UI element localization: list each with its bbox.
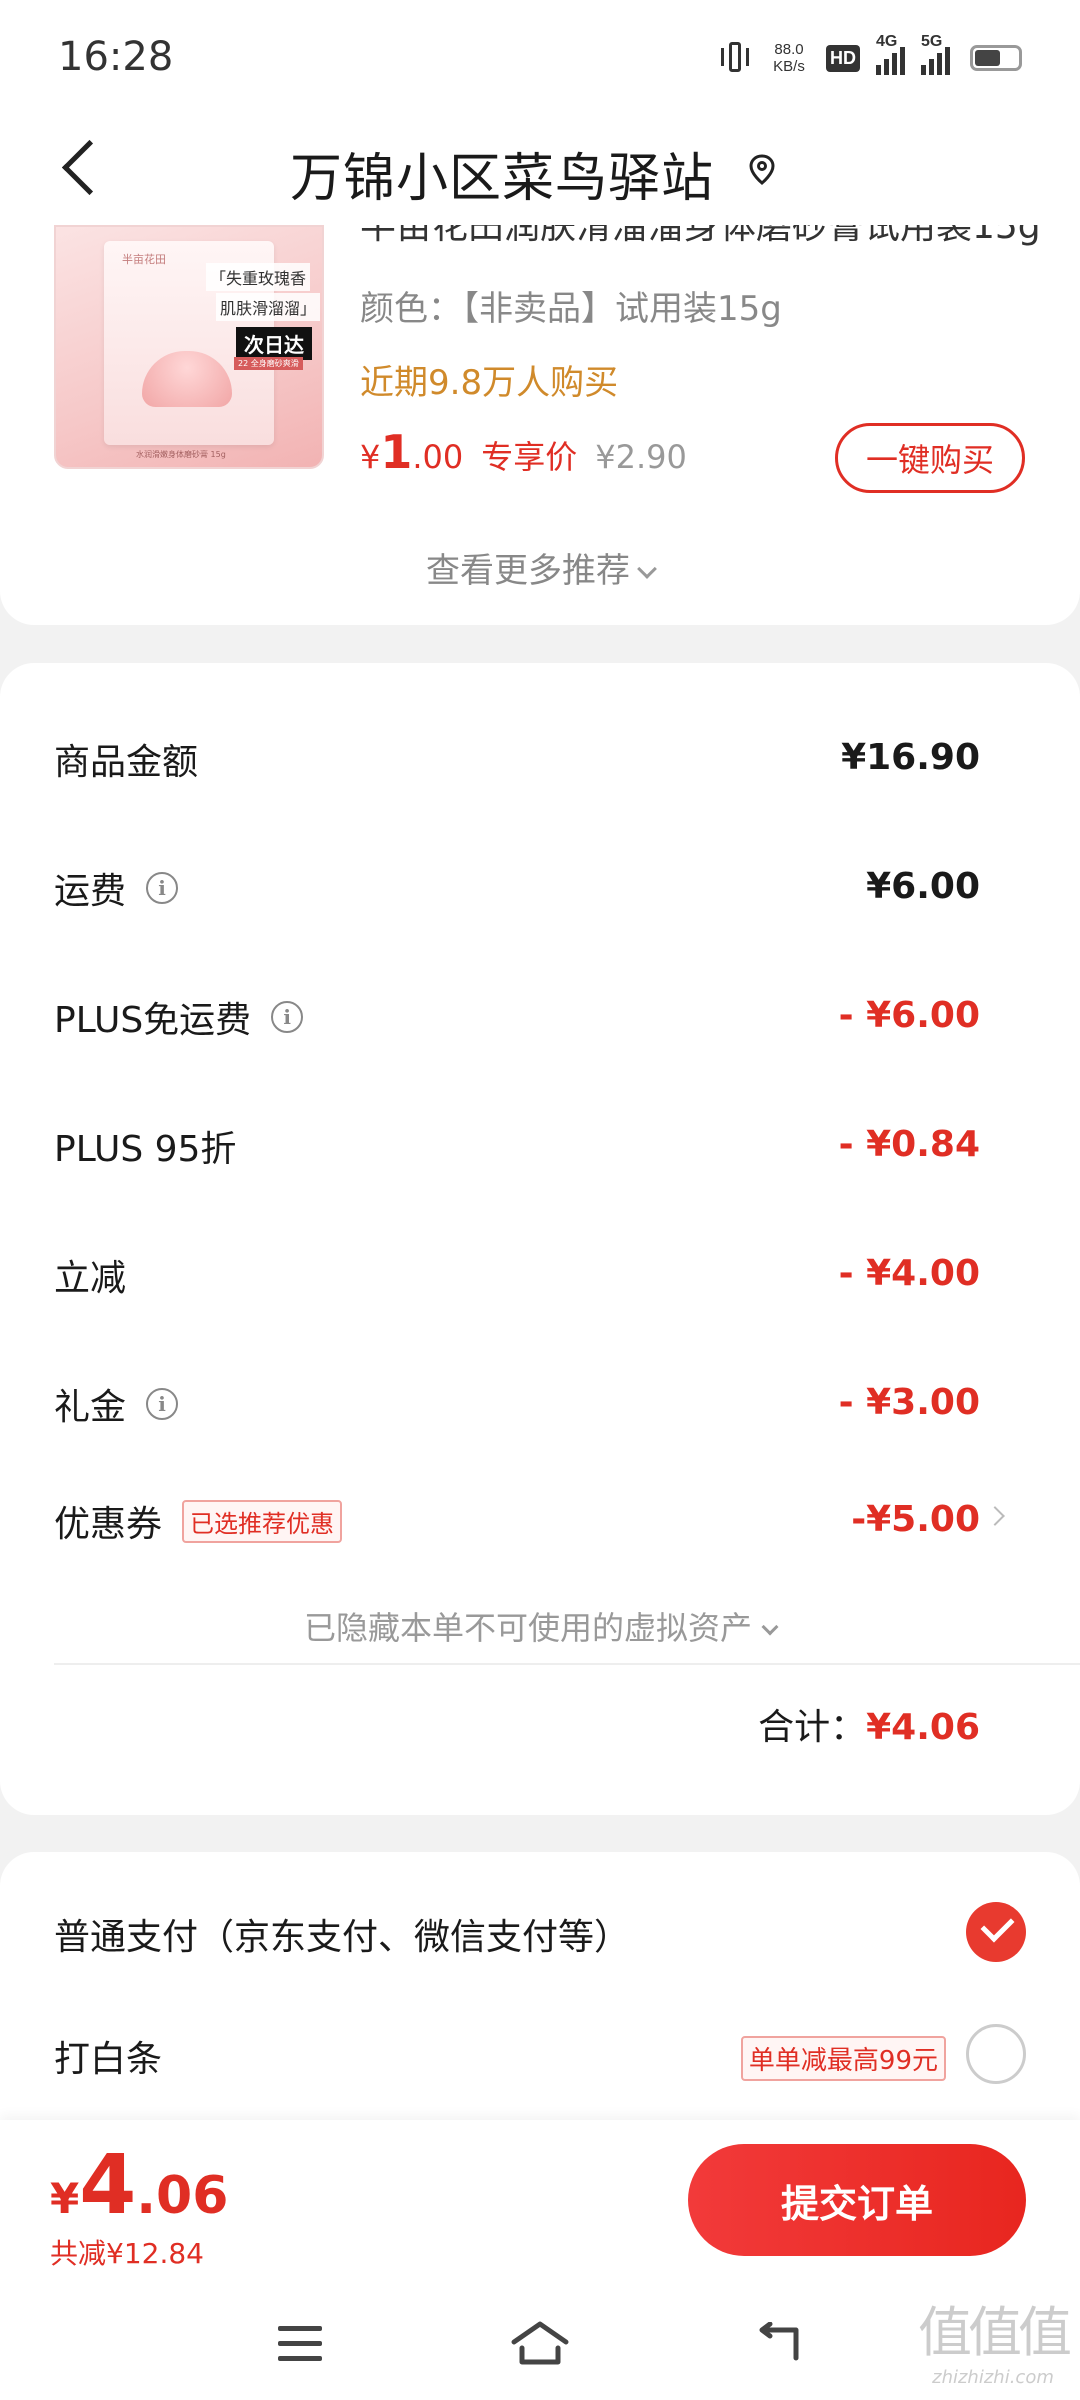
radio-unselected-icon[interactable] — [966, 2024, 1026, 2084]
hidden-assets-toggle[interactable]: 已隐藏本单不可使用的虚拟资产 — [0, 1603, 1080, 1649]
back-icon[interactable] — [756, 2322, 802, 2362]
signal-5g-icon: 5G — [921, 33, 950, 75]
product-jar — [142, 351, 232, 407]
clock: 16:28 — [58, 34, 174, 80]
price-row: ¥1.00 专享价 ¥2.90 — [360, 425, 687, 479]
signal-4g-icon: 4G — [876, 33, 905, 75]
product-image[interactable]: 半亩花田 「失重玫瑰香 肌肤滑溜溜」 次日达 22 全身磨砂爽滑 水润滑嫩身体磨… — [54, 225, 324, 469]
row-plus-discount: PLUS 95折 - ¥0.84 — [54, 1110, 980, 1180]
watermark-logo: 值值值 zhizhizhi.com — [918, 2288, 1072, 2388]
status-bar: 16:28 88.0 KB/s HD 4G 5G — [0, 0, 1080, 110]
location-pin-icon[interactable] — [748, 154, 776, 186]
image-slogan-2: 肌肤滑溜溜」 — [216, 293, 321, 321]
watermark-big: 值值值 — [918, 2301, 1072, 2364]
coupon-recommended-tag: 已选推荐优惠 — [182, 1499, 343, 1543]
see-more-label: 查看更多推荐 — [426, 551, 630, 591]
network-speed-value: 88.0 — [774, 41, 804, 58]
battery-icon — [970, 45, 1022, 71]
payment-option-normal[interactable]: 普通支付（京东支付、微信支付等） — [54, 1892, 1026, 1972]
divider — [54, 1663, 1080, 1665]
network-speed-unit: KB/s — [773, 58, 805, 75]
row-value: - ¥6.00 — [838, 995, 980, 1036]
info-icon[interactable]: i — [146, 872, 179, 904]
row-label: 优惠券 — [54, 1504, 163, 1545]
page-header: 万锦小区菜鸟驿站 — [0, 110, 1080, 225]
signal-4g-label: 4G — [876, 33, 898, 50]
chevron-right-icon — [985, 1506, 1005, 1526]
row-value: - ¥4.00 — [838, 1253, 980, 1294]
price-decimal: .00 — [412, 438, 464, 476]
row-label: 立减 — [54, 1258, 127, 1299]
original-price: ¥2.90 — [595, 438, 687, 476]
sales-count: 近期9.8万人购买 — [360, 363, 619, 403]
payment-option-baitiao[interactable]: 打白条 单单减最高99元 — [54, 2014, 1026, 2094]
info-icon[interactable]: i — [271, 1001, 304, 1033]
row-gift-money: 礼金 i - ¥3.00 — [54, 1368, 980, 1438]
total-label: 合计： — [758, 1707, 867, 1748]
chevron-down-icon — [637, 559, 657, 579]
amount-decimal: .06 — [136, 2166, 229, 2226]
row-shipping: 运费 i ¥6.00 — [54, 852, 980, 922]
amount-symbol: ¥ — [50, 2174, 80, 2223]
price-integer: 1 — [380, 425, 413, 479]
row-value: ¥16.90 — [841, 737, 980, 778]
row-value: - ¥0.84 — [838, 1124, 980, 1165]
signal-5g-label: 5G — [921, 33, 943, 50]
pay-amount: ¥ 4 .06 — [50, 2145, 228, 2227]
network-speed: 88.0 KB/s — [768, 41, 810, 75]
next-day-tag: 次日达 — [236, 327, 312, 360]
menu-icon[interactable] — [278, 2326, 322, 2362]
watermark-url: zhizhizhi.com — [932, 2367, 1054, 2388]
saved-amount: 共减¥12.84 — [50, 2237, 204, 2270]
page-title: 万锦小区菜鸟驿站 — [290, 149, 715, 209]
image-slogan-1: 「失重玫瑰香 — [206, 263, 311, 291]
row-coupon[interactable]: 优惠券 已选推荐优惠 -¥5.00 — [54, 1485, 1005, 1555]
one-click-buy-button[interactable]: 一键购买 — [835, 423, 1025, 493]
back-button[interactable] — [58, 138, 98, 198]
payment-option-label: 打白条 — [54, 2039, 163, 2080]
amount-integer: 4 — [79, 2138, 137, 2233]
total-value: ¥4.06 — [866, 1707, 980, 1748]
checkout-bar: ¥ 4 .06 共减¥12.84 提交订单 值值值 zhizhizhi.com — [0, 2120, 1080, 2400]
row-label: PLUS 95折 — [54, 1129, 237, 1170]
submit-order-button[interactable]: 提交订单 — [688, 2144, 1026, 2256]
row-plus-free-shipping: PLUS免运费 i - ¥6.00 — [54, 981, 980, 1051]
home-icon[interactable] — [510, 2320, 570, 2366]
hidden-assets-label: 已隐藏本单不可使用的虚拟资产 — [303, 1609, 752, 1647]
image-footer-text: 水润滑嫩身体磨砂膏 15g — [136, 450, 226, 459]
price-symbol: ¥ — [360, 438, 381, 476]
row-label: 礼金 — [54, 1387, 127, 1428]
row-goods-amount: 商品金额 ¥16.90 — [54, 723, 980, 793]
row-label: 商品金额 — [54, 742, 199, 783]
hd-voice-icon: HD — [826, 44, 860, 72]
chevron-down-icon — [761, 1618, 779, 1636]
info-icon[interactable]: i — [146, 1388, 179, 1420]
see-more-recommend[interactable]: 查看更多推荐 — [0, 543, 1080, 592]
payment-card: 普通支付（京东支付、微信支付等） 打白条 单单减最高99元 — [0, 1852, 1080, 2152]
order-total: 合计：¥4.06 — [758, 1698, 980, 1750]
battery-level — [975, 50, 1000, 66]
row-instant-discount: 立减 - ¥4.00 — [54, 1239, 980, 1309]
exclusive-price-label: 专享价 — [481, 438, 578, 476]
row-label: 运费 — [54, 871, 127, 912]
recommend-card: 半亩花田润肤滑溜溜身体磨砂膏试用装15g 半亩花田 「失重玫瑰香 肌肤滑溜溜」 … — [0, 225, 1080, 625]
vibrate-icon — [718, 38, 752, 78]
product-title[interactable]: 半亩花田润肤滑溜溜身体磨砂膏试用装15g — [360, 225, 1041, 249]
order-summary-card: 商品金额 ¥16.90 运费 i ¥6.00 PLUS免运费 i - ¥6.00 P… — [0, 663, 1080, 1815]
row-label: PLUS免运费 — [54, 1000, 252, 1041]
payment-option-label: 普通支付（京东支付、微信支付等） — [54, 1917, 631, 1958]
row-value: ¥6.00 — [866, 866, 980, 907]
product-brand: 半亩花田 — [122, 253, 166, 266]
row-value: - ¥3.00 — [838, 1382, 980, 1423]
current-price: ¥1.00 — [360, 425, 463, 479]
status-icons: 88.0 KB/s HD 4G 5G — [718, 33, 1022, 78]
product-spec: 颜色：【非卖品】试用装15g — [360, 289, 782, 329]
check-selected-icon[interactable] — [966, 1902, 1026, 1962]
image-subtag: 22 全身磨砂爽滑 — [234, 357, 303, 370]
row-value: -¥5.00 — [851, 1499, 980, 1540]
baitiao-promo-tag: 单单减最高99元 — [740, 2036, 946, 2081]
